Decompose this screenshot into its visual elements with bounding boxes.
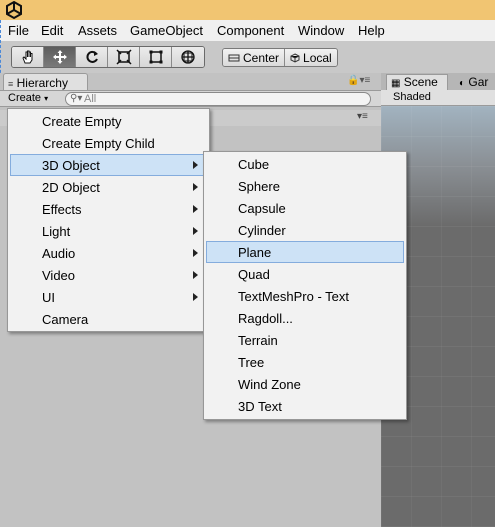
search-placeholder: All xyxy=(84,93,97,105)
submenu-arrow-icon xyxy=(193,205,198,213)
menu-item-ui[interactable]: UI xyxy=(10,286,207,308)
create-menu: Create Empty Create Empty Child 3D Objec… xyxy=(7,108,210,332)
menu-gameobject[interactable]: GameObject xyxy=(130,23,203,38)
menu-edit[interactable]: Edit xyxy=(41,23,63,38)
submenu-arrow-icon xyxy=(193,249,198,257)
menu-item-ragdoll[interactable]: Ragdoll... xyxy=(206,307,404,329)
chevron-down-icon: ▾ xyxy=(44,94,49,103)
local-space-icon xyxy=(290,52,300,63)
submenu-arrow-icon xyxy=(193,293,198,301)
menu-item-create-empty-child[interactable]: Create Empty Child xyxy=(10,132,207,154)
menu-item-2d-object[interactable]: 2D Object xyxy=(10,176,207,198)
hand-tool-icon xyxy=(21,50,32,64)
hierarchy-tab-label: Hierarchy xyxy=(16,76,68,90)
scene-tab-label: Scene xyxy=(403,75,438,89)
hierarchy-toolbar: Create ▾ ⚲▾ All xyxy=(0,90,381,107)
rect-tool-button[interactable] xyxy=(140,47,172,67)
tab-scene[interactable]: ▦ Scene xyxy=(386,74,448,90)
submenu-arrow-icon xyxy=(193,183,198,191)
scene-tabbar: ▦ Scene ◐ Gar xyxy=(381,73,495,90)
scene-grid-icon: ▦ xyxy=(391,78,401,89)
panel-lock-icon[interactable]: 🔒▾≡ xyxy=(347,75,370,86)
pivot-mode-label: Center xyxy=(243,50,280,65)
menu-item-cube[interactable]: Cube xyxy=(206,153,404,175)
menu-item-textmeshpro-text[interactable]: TextMeshPro - Text xyxy=(206,285,404,307)
submenu-arrow-icon xyxy=(193,271,198,279)
unity-logo-icon xyxy=(6,0,22,20)
pivot-center-icon xyxy=(228,54,240,61)
move-tool-icon xyxy=(52,50,67,64)
menu-item-tree[interactable]: Tree xyxy=(206,351,404,373)
rotate-tool-button[interactable] xyxy=(76,47,108,67)
menu-item-create-empty[interactable]: Create Empty xyxy=(10,110,207,132)
menu-item-3d-text[interactable]: 3D Text xyxy=(206,395,404,417)
title-bar xyxy=(0,0,495,20)
pivot-space-button[interactable]: Local xyxy=(285,49,337,66)
menu-item-wind-zone[interactable]: Wind Zone xyxy=(206,373,404,395)
transform-tool-icon xyxy=(181,50,195,64)
pivot-controls: Center Local xyxy=(222,48,338,67)
shading-mode-dropdown[interactable]: Shaded xyxy=(381,90,495,106)
menu-item-3d-object[interactable]: 3D Object xyxy=(10,154,207,176)
game-tab-label: Gar xyxy=(468,75,489,89)
menu-item-audio[interactable]: Audio xyxy=(10,242,207,264)
menu-help[interactable]: Help xyxy=(358,23,385,38)
tab-game[interactable]: ◐ Gar xyxy=(459,75,488,89)
tab-hierarchy[interactable]: ≡ Hierarchy xyxy=(3,73,88,91)
transform-tools xyxy=(11,46,205,68)
transform-tool-button[interactable] xyxy=(172,47,204,67)
menu-item-effects[interactable]: Effects xyxy=(10,198,207,220)
menu-item-cylinder[interactable]: Cylinder xyxy=(206,219,404,241)
hand-tool-button[interactable] xyxy=(12,47,44,67)
rotate-tool-icon xyxy=(85,50,98,63)
create-dropdown-button[interactable]: Create ▾ xyxy=(8,92,48,104)
hierarchy-list-icon: ≡ xyxy=(8,79,14,89)
menu-item-plane[interactable]: Plane xyxy=(206,241,404,263)
pivot-space-label: Local xyxy=(303,50,332,65)
hierarchy-search-input[interactable]: ⚲▾ All xyxy=(65,92,371,106)
menu-item-quad[interactable]: Quad xyxy=(206,263,404,285)
game-pacman-icon: ◐ xyxy=(459,78,466,89)
menu-item-light[interactable]: Light xyxy=(10,220,207,242)
menu-item-video[interactable]: Video xyxy=(10,264,207,286)
menu-item-capsule[interactable]: Capsule xyxy=(206,197,404,219)
submenu-arrow-icon xyxy=(193,227,198,235)
menu-assets[interactable]: Assets xyxy=(78,23,117,38)
pivot-mode-button[interactable]: Center xyxy=(223,49,286,66)
create-label: Create xyxy=(8,92,42,104)
shading-mode-label: Shaded xyxy=(393,91,431,103)
move-tool-button[interactable] xyxy=(44,47,76,67)
menu-component[interactable]: Component xyxy=(217,23,284,38)
menu-item-terrain[interactable]: Terrain xyxy=(206,329,404,351)
rect-tool-icon xyxy=(149,50,162,64)
search-icon: ⚲▾ xyxy=(70,93,83,104)
scale-tool-button[interactable] xyxy=(108,47,140,67)
menu-window[interactable]: Window xyxy=(298,23,344,38)
menu-bar: File Edit Assets GameObject Component Wi… xyxy=(0,20,495,41)
row-options-icon[interactable]: ▾≡ xyxy=(357,111,368,122)
scale-tool-icon xyxy=(115,49,132,65)
menu-file[interactable]: File xyxy=(8,23,29,38)
menu-item-sphere[interactable]: Sphere xyxy=(206,175,404,197)
menu-item-camera[interactable]: Camera xyxy=(10,308,207,330)
submenu-arrow-icon xyxy=(193,161,198,169)
3d-object-submenu: Cube Sphere Capsule Cylinder Plane Quad … xyxy=(203,151,407,420)
